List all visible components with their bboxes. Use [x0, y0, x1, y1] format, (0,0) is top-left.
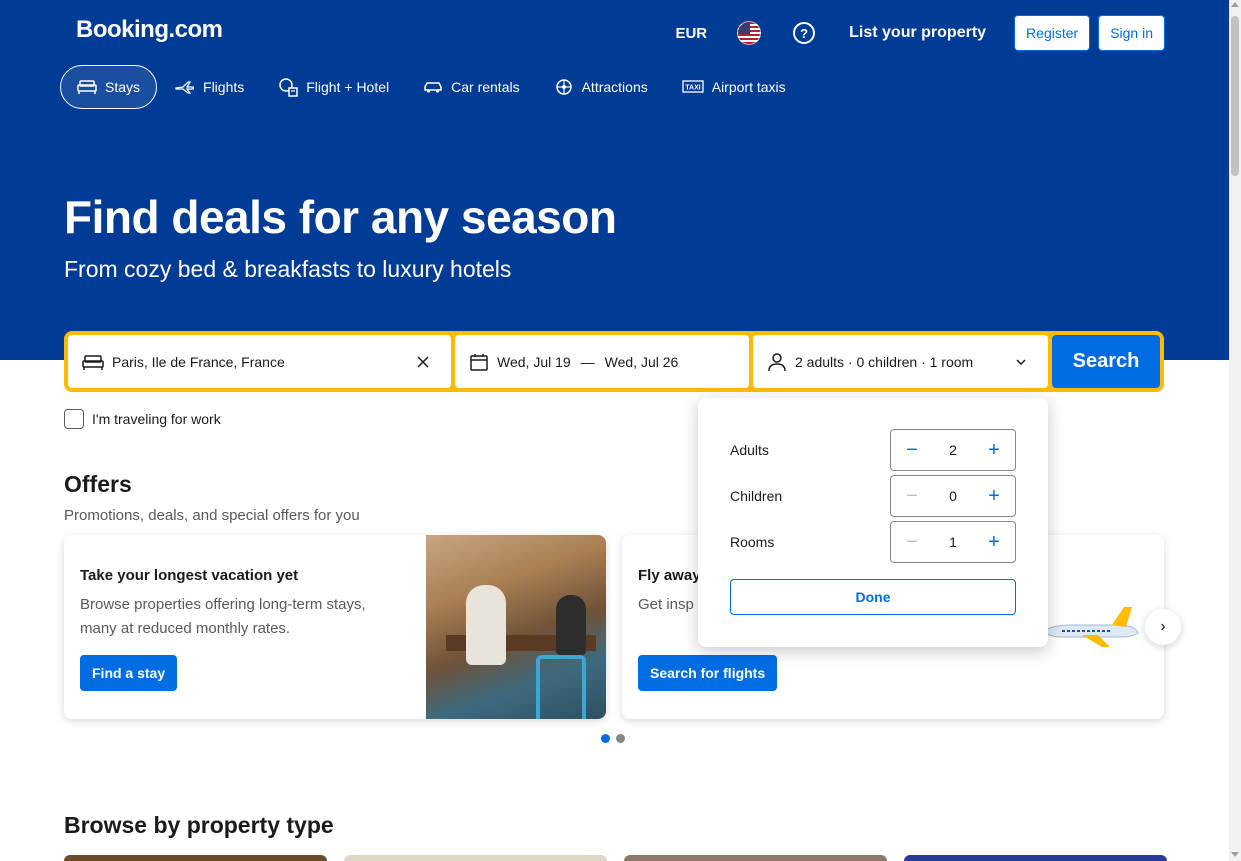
rooms-decrease-button[interactable]: −	[899, 529, 925, 555]
list-property-link[interactable]: List your property	[849, 24, 986, 42]
work-travel-option[interactable]: I'm traveling for work	[64, 409, 221, 429]
children-label: Children	[730, 488, 783, 504]
hero-banner	[0, 0, 1229, 360]
find-a-stay-button[interactable]: Find a stay	[80, 655, 178, 691]
flight-hotel-icon	[279, 78, 298, 97]
carousel-dots	[601, 734, 625, 743]
rooms-value: 1	[949, 534, 957, 550]
search-button[interactable]: Search	[1052, 335, 1160, 388]
property-type-card[interactable]	[344, 855, 607, 861]
plane-icon	[175, 81, 195, 94]
property-type-row	[64, 855, 1167, 861]
attractions-icon	[555, 79, 572, 95]
offer-card-vacation: Take your longest vacation yet Browse pr…	[64, 535, 606, 719]
person-icon	[768, 352, 786, 371]
carousel-dot-1[interactable]	[601, 734, 610, 743]
nav-item-flights[interactable]: Flights	[159, 65, 260, 109]
us-flag-icon[interactable]	[737, 21, 762, 45]
offer-card-title: Fly away	[638, 567, 701, 584]
adults-stepper: − 2 +	[890, 429, 1016, 471]
adults-label: Adults	[730, 442, 769, 458]
search-for-flights-button[interactable]: Search for flights	[638, 655, 778, 691]
car-icon	[424, 82, 442, 93]
carousel-dot-2[interactable]	[616, 734, 625, 743]
airplane-illustration-icon	[1043, 607, 1139, 647]
done-button[interactable]: Done	[730, 579, 1016, 615]
offer-card-title: Take your longest vacation yet	[80, 567, 299, 584]
guests-field[interactable]: 2 adults · 0 children · 1 room	[753, 335, 1048, 388]
property-type-card[interactable]	[64, 855, 327, 861]
nav-item-car-rentals[interactable]: Car rentals	[407, 65, 535, 109]
nav-label: Flight + Hotel	[306, 79, 390, 95]
nav-label: Flights	[203, 79, 245, 95]
adults-row: Adults − 2 +	[730, 429, 1016, 471]
hero-title: Find deals for any season	[64, 191, 617, 243]
work-travel-label: I'm traveling for work	[92, 411, 221, 427]
taxi-icon: TAXI	[682, 80, 704, 93]
help-icon[interactable]: ?	[793, 22, 816, 44]
booking-logo[interactable]: Booking.com	[76, 16, 223, 44]
nav-item-attractions[interactable]: Attractions	[538, 65, 664, 109]
guest-selector-popup: Adults − 2 + Children − 0 + Rooms − 1 + …	[698, 398, 1048, 647]
scroll-thumb[interactable]	[1231, 16, 1239, 176]
work-travel-checkbox[interactable]	[64, 409, 84, 429]
nav-label: Stays	[105, 79, 141, 95]
nav-label: Attractions	[581, 79, 648, 95]
children-value: 0	[949, 488, 957, 504]
page-scrollbar[interactable]	[1229, 0, 1241, 861]
svg-text:TAXI: TAXI	[685, 85, 700, 92]
nav-label: Car rentals	[451, 79, 520, 95]
calendar-icon	[470, 353, 488, 371]
nav-item-flight-hotel[interactable]: Flight + Hotel	[262, 65, 405, 109]
rooms-increase-button[interactable]: +	[981, 529, 1007, 555]
nav-label: Airport taxis	[711, 79, 786, 95]
browse-property-title: Browse by property type	[64, 812, 334, 838]
adults-decrease-button[interactable]: −	[899, 437, 925, 463]
vacation-photo	[426, 535, 606, 719]
header-actions: EUR ? List your property Register Sign i…	[675, 15, 1165, 51]
destination-field[interactable]: Paris, Ile de France, France	[68, 335, 451, 388]
main-nav: Stays Flights Flight + Hotel Car rentals…	[60, 65, 804, 109]
chevron-down-icon	[1016, 358, 1026, 365]
rooms-row: Rooms − 1 +	[730, 521, 1016, 563]
check-out-date: Wed, Jul 26	[604, 353, 679, 370]
date-separator: —	[580, 353, 595, 370]
nav-item-airport-taxis[interactable]: TAXI Airport taxis	[666, 65, 802, 109]
offers-subtitle: Promotions, deals, and special offers fo…	[64, 507, 360, 524]
search-bar: Paris, Ile de France, France Wed, Jul 19…	[64, 331, 1164, 392]
property-type-card[interactable]	[624, 855, 887, 861]
children-decrease-button[interactable]: −	[899, 483, 925, 509]
currency-selector[interactable]: EUR	[675, 25, 707, 42]
carousel-next-button[interactable]: ›	[1145, 609, 1181, 645]
dates-field[interactable]: Wed, Jul 19 — Wed, Jul 26	[455, 335, 749, 388]
sign-in-button[interactable]: Sign in	[1098, 15, 1165, 51]
scroll-up-arrow-icon[interactable]	[1231, 2, 1239, 7]
offers-title: Offers	[64, 471, 132, 497]
hero-subtitle: From cozy bed & breakfasts to luxury hot…	[64, 256, 512, 282]
nav-item-stays[interactable]: Stays	[60, 65, 158, 109]
guests-value: 2 adults · 0 children · 1 room	[795, 353, 974, 370]
destination-value: Paris, Ile de France, France	[112, 353, 285, 370]
children-stepper: − 0 +	[890, 475, 1016, 517]
children-row: Children − 0 +	[730, 475, 1016, 517]
rooms-label: Rooms	[730, 534, 775, 550]
offer-card-desc: Browse properties offering long-term sta…	[80, 596, 366, 637]
register-button[interactable]: Register	[1014, 15, 1091, 51]
adults-increase-button[interactable]: +	[981, 437, 1007, 463]
adults-value: 2	[949, 442, 957, 458]
property-type-card[interactable]	[904, 855, 1167, 861]
check-in-date: Wed, Jul 19	[497, 353, 571, 370]
bed-icon	[77, 80, 97, 94]
children-increase-button[interactable]: +	[981, 483, 1007, 509]
rooms-stepper: − 1 +	[890, 521, 1016, 563]
clear-icon[interactable]	[417, 355, 429, 368]
scroll-down-arrow-icon[interactable]	[1231, 852, 1239, 857]
bed-icon	[82, 354, 104, 370]
